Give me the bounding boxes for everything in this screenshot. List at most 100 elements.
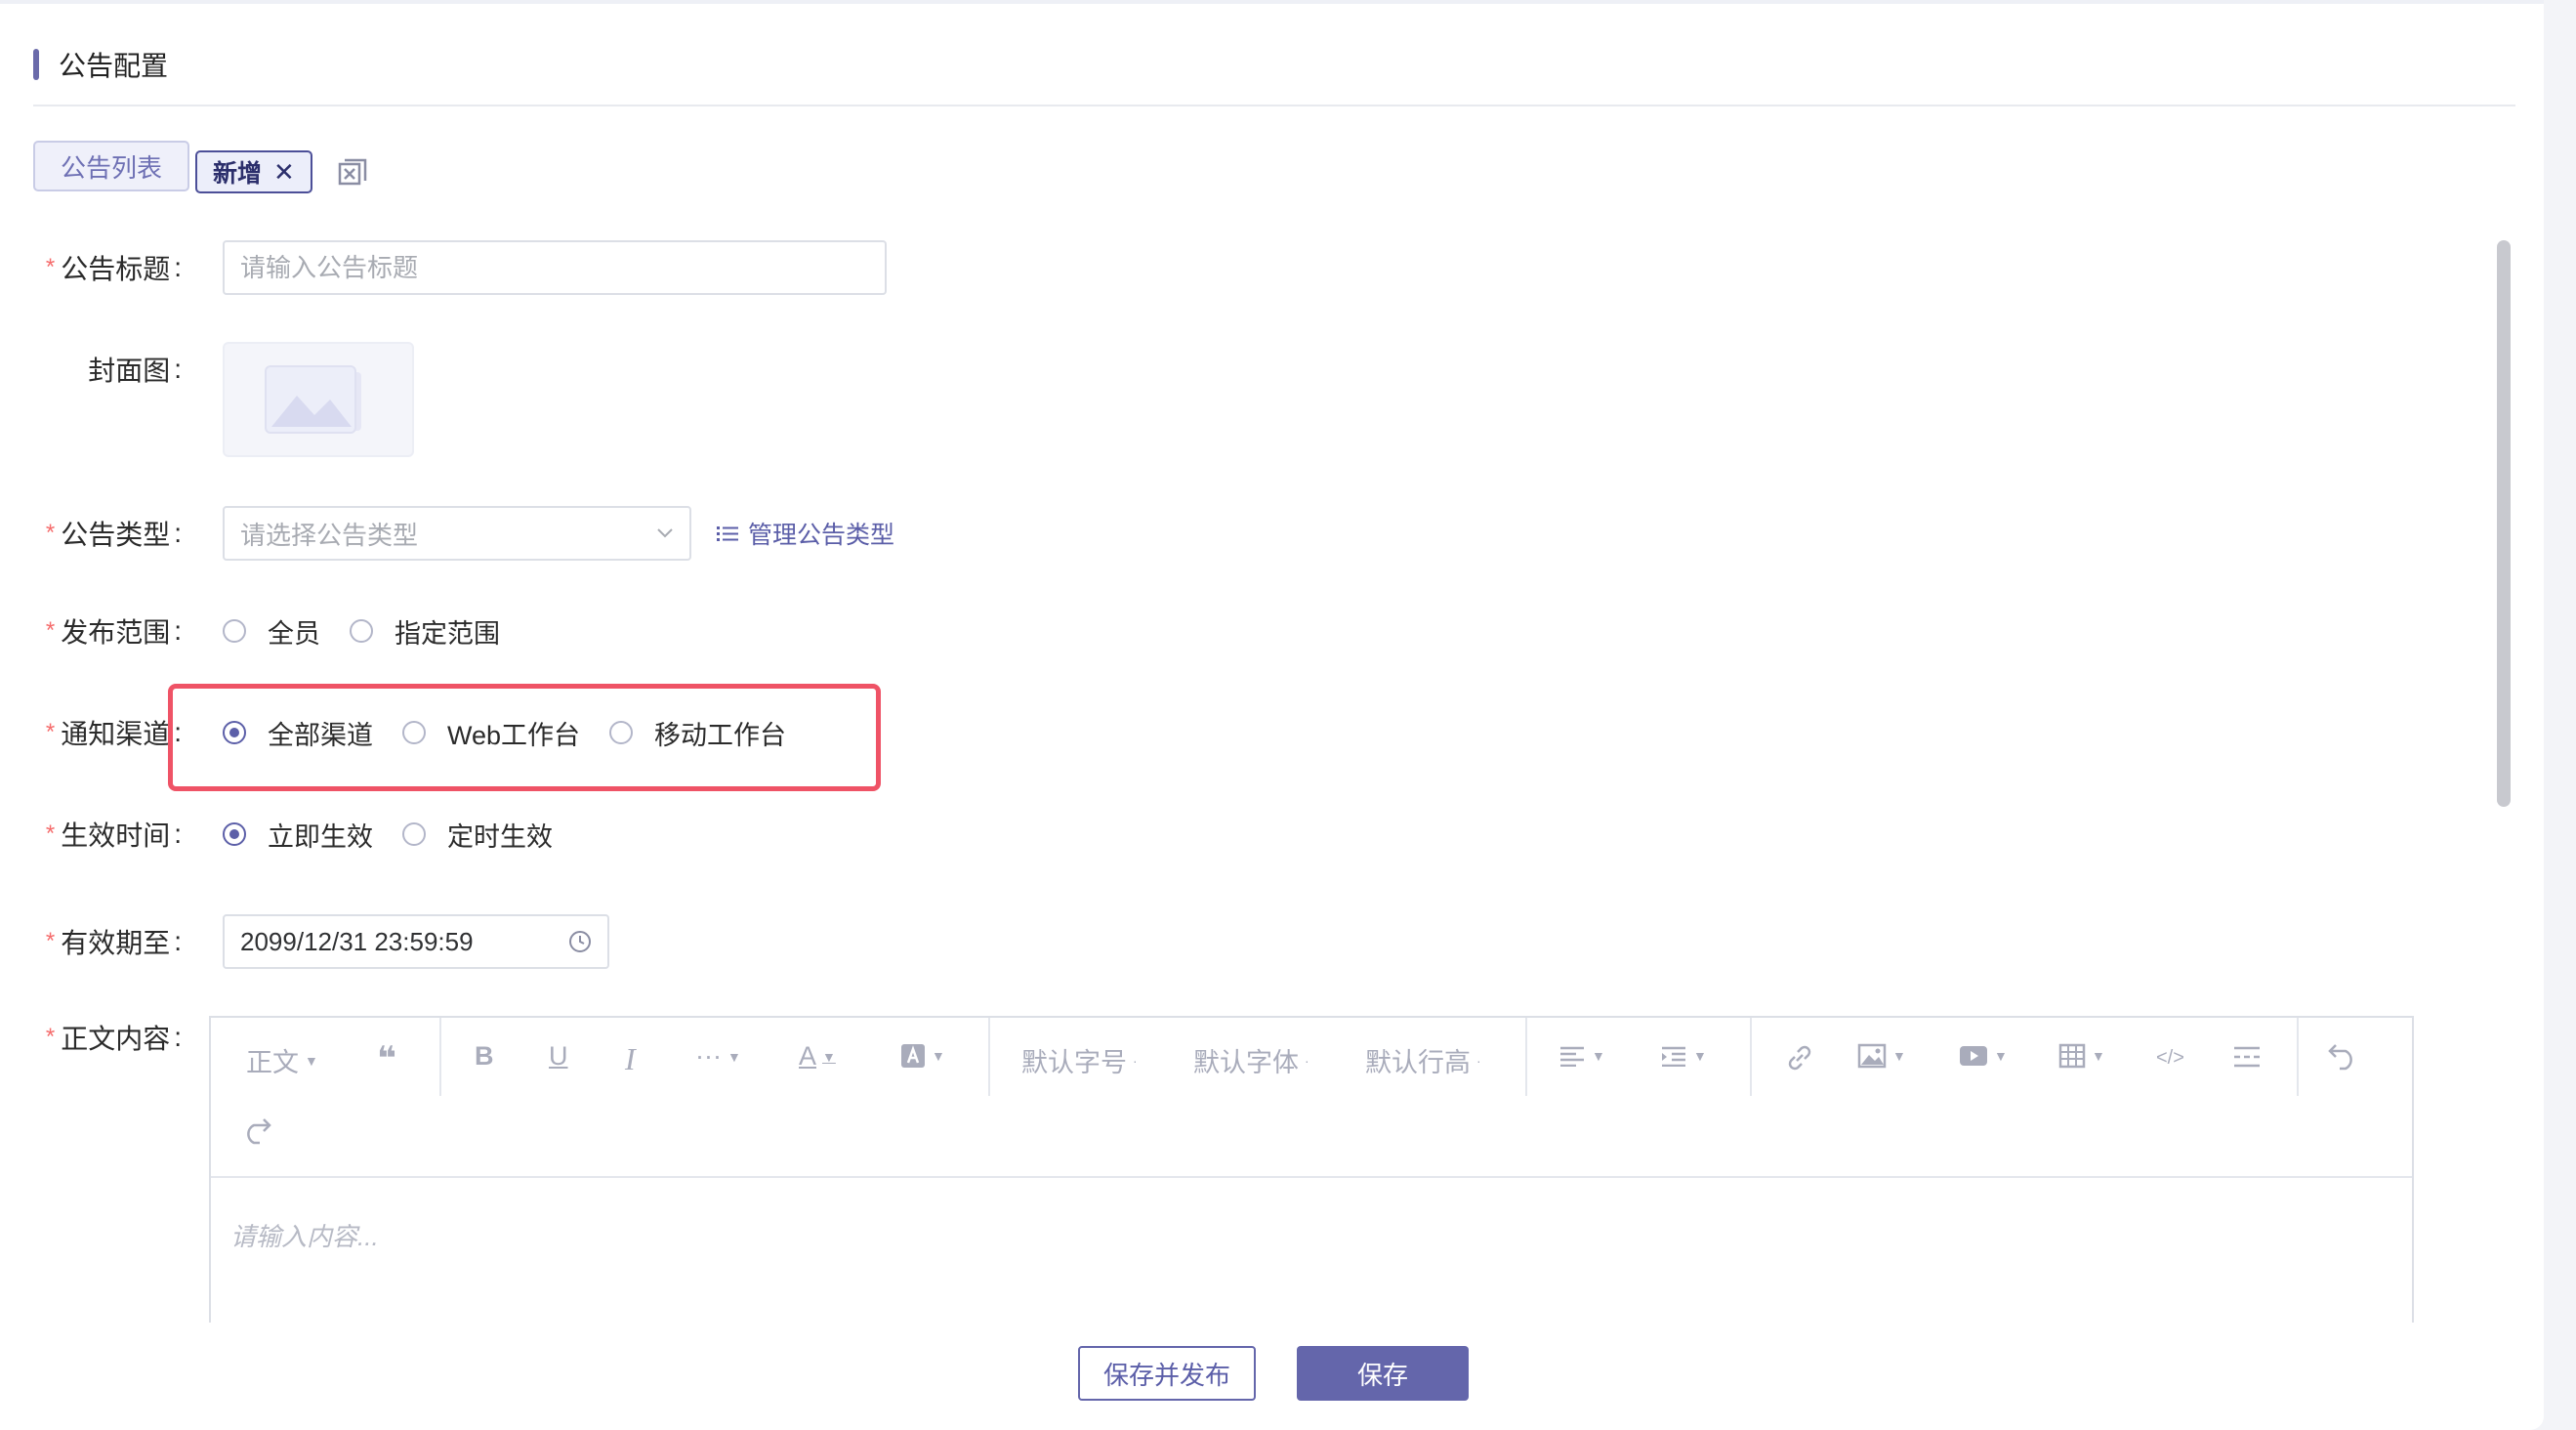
manage-type-link[interactable]: 管理公告类型 — [717, 516, 894, 551]
editor-toolbar: 正文 ▼ ❝ B U I ··· ▼ A ▼ ▼ 默认字号 · 默认字体 · 默认行高 · … — [211, 1018, 2412, 1178]
channel-highlight-box — [168, 684, 881, 791]
scope-option-specified[interactable]: 指定范围 — [350, 612, 500, 651]
cover-row: 封面图: — [33, 342, 414, 457]
scope-row: * 发布范围: 全员 指定范围 — [33, 611, 529, 651]
required-mark: * — [45, 1024, 56, 1050]
redo-icon[interactable] — [240, 1115, 271, 1145]
underline-label: U — [549, 1041, 568, 1071]
font-size-dropdown[interactable]: 默认字号 · — [1021, 1041, 1138, 1079]
expiry-label-text: 有效期至 — [61, 928, 171, 958]
expiry-value: 2099/12/31 23:59:59 — [240, 926, 474, 956]
channel-label: * 通知渠道: — [33, 713, 182, 752]
tab-new-label: 新增 — [213, 160, 263, 188]
align-left-icon — [1560, 1046, 1584, 1067]
cover-label-text: 封面图 — [88, 356, 171, 386]
rich-text-editor: 正文 ▼ ❝ B U I ··· ▼ A ▼ ▼ 默认字号 · 默认字体 · 默认行高 · … — [209, 1016, 2414, 1323]
effective-label-text: 生效时间 — [61, 820, 171, 851]
font-color-dropdown[interactable]: A ▼ — [799, 1041, 836, 1072]
list-icon — [717, 526, 738, 541]
title-input[interactable] — [223, 240, 887, 295]
font-family-label: 默认字体 — [1193, 1048, 1299, 1077]
font-size-label: 默认字号 — [1021, 1048, 1127, 1077]
indent-dropdown[interactable]: ▼ — [1660, 1045, 1707, 1067]
quote-icon[interactable]: ❝ — [377, 1039, 396, 1078]
divider-line-icon[interactable] — [2232, 1045, 2262, 1069]
required-mark: * — [45, 254, 56, 280]
expiry-label: * 有效期至: — [33, 922, 182, 961]
chevron-down-icon — [657, 528, 673, 538]
header-divider — [33, 105, 2515, 106]
title-accent-bar — [33, 49, 39, 80]
required-mark: * — [45, 928, 56, 954]
editor-content-area[interactable]: 请输入内容... — [211, 1178, 2412, 1292]
expiry-row: * 有效期至: 2099/12/31 23:59:59 — [33, 914, 609, 969]
scrollbar-thumb[interactable] — [2497, 240, 2511, 807]
effective-label: * 生效时间: — [33, 815, 182, 854]
content-row: * 正文内容: — [33, 1018, 182, 1057]
indent-icon — [1662, 1046, 1685, 1067]
tab-bar: 公告列表 新增 ✕ — [33, 139, 369, 193]
insert-image-dropdown[interactable]: ▼ — [1857, 1043, 1906, 1069]
align-dropdown[interactable]: ▼ — [1558, 1045, 1605, 1067]
type-select-placeholder: 请选择公告类型 — [240, 520, 419, 550]
required-mark: * — [45, 719, 56, 745]
undo-icon[interactable] — [2328, 1041, 2359, 1071]
paragraph-format-dropdown[interactable]: 正文 ▼ — [246, 1041, 318, 1079]
effective-option-scheduled[interactable]: 定时生效 — [402, 816, 553, 854]
background-color-icon — [901, 1044, 925, 1068]
code-icon[interactable]: </> — [2156, 1047, 2184, 1070]
underline-button[interactable]: U — [549, 1041, 568, 1072]
radio-label: 全员 — [268, 618, 320, 649]
more-format-dropdown[interactable]: ··· ▼ — [695, 1041, 741, 1072]
effective-row: * 生效时间: 立即生效 定时生效 — [33, 815, 582, 854]
manage-type-label: 管理公告类型 — [748, 522, 895, 549]
table-icon — [2058, 1043, 2086, 1069]
tab-announcement-list-label: 公告列表 — [61, 152, 163, 183]
save-and-publish-button[interactable]: 保存并发布 — [1078, 1346, 1256, 1401]
content-label-text: 正文内容 — [61, 1024, 171, 1054]
radio-label: 立即生效 — [268, 821, 373, 852]
title-row: * 公告标题: — [33, 240, 887, 295]
tab-announcement-list[interactable]: 公告列表 — [33, 141, 190, 191]
radio-label: 定时生效 — [447, 821, 553, 852]
save-and-publish-label: 保存并发布 — [1102, 1360, 1230, 1390]
channel-label-text: 通知渠道 — [61, 719, 171, 749]
bold-button[interactable]: B — [475, 1041, 494, 1072]
scope-label: * 发布范围: — [33, 611, 182, 651]
bold-label: B — [475, 1041, 494, 1071]
cover-image-upload[interactable] — [223, 342, 414, 457]
font-family-dropdown[interactable]: 默认字体 · — [1193, 1041, 1309, 1079]
page-title: 公告配置 — [59, 51, 169, 81]
radio-label: 指定范围 — [395, 618, 500, 649]
link-icon[interactable] — [1785, 1043, 1814, 1072]
save-button[interactable]: 保存 — [1297, 1346, 1469, 1401]
more-format-label: ··· — [695, 1041, 722, 1071]
radio-circle — [223, 822, 246, 846]
background-color-dropdown[interactable]: ▼ — [900, 1043, 945, 1069]
top-border — [0, 0, 2544, 4]
image-placeholder-icon — [265, 365, 361, 434]
type-select[interactable]: 请选择公告类型 — [223, 506, 691, 561]
insert-table-dropdown[interactable]: ▼ — [2058, 1043, 2105, 1069]
content-label: * 正文内容: — [33, 1018, 182, 1057]
required-mark: * — [45, 617, 56, 644]
required-mark: * — [45, 820, 56, 847]
italic-button[interactable]: I — [625, 1041, 636, 1077]
line-height-dropdown[interactable]: 默认行高 · — [1365, 1041, 1481, 1079]
scope-option-all[interactable]: 全员 — [223, 612, 320, 651]
radio-circle — [223, 619, 246, 643]
font-color-label: A — [799, 1041, 817, 1071]
image-icon — [1857, 1043, 1887, 1069]
effective-option-immediate[interactable]: 立即生效 — [223, 816, 373, 854]
required-mark: * — [45, 520, 56, 546]
expiry-datetime-picker[interactable]: 2099/12/31 23:59:59 — [223, 914, 609, 969]
line-height-label: 默认行高 — [1365, 1048, 1471, 1077]
main-card: 公告配置 公告列表 新增 ✕ * 公告标题: 封面图: — [0, 0, 2544, 1430]
tab-close-icon[interactable]: ✕ — [273, 157, 295, 188]
close-all-tabs-icon[interactable] — [336, 156, 369, 189]
type-label-text: 公告类型 — [61, 520, 171, 550]
save-label: 保存 — [1356, 1360, 1408, 1390]
tab-new[interactable]: 新增 ✕ — [195, 150, 312, 193]
insert-video-dropdown[interactable]: ▼ — [1959, 1045, 2008, 1067]
type-row: * 公告类型: 请选择公告类型 管理公告类型 — [33, 506, 894, 561]
